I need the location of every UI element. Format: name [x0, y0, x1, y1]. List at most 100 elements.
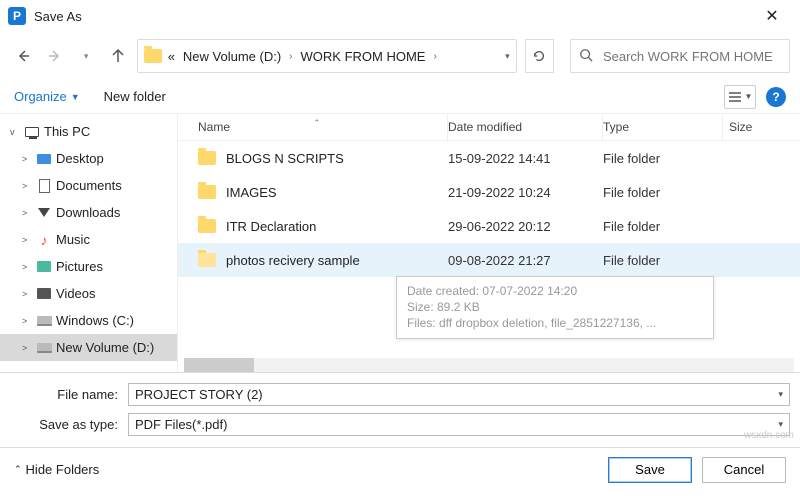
main-area: v This PC > Desktop > Documents > Downlo…: [0, 114, 800, 372]
file-type: File folder: [603, 253, 723, 268]
saveastype-select[interactable]: PDF Files(*.pdf) ▾: [128, 413, 790, 436]
sidebar-item-new-volume-d[interactable]: > New Volume (D:): [0, 334, 177, 361]
file-type: File folder: [603, 151, 723, 166]
file-name: photos recivery sample: [226, 253, 448, 268]
expand-icon[interactable]: >: [22, 181, 32, 191]
file-row[interactable]: ITR Declaration 29-06-2022 20:12 File fo…: [178, 209, 800, 243]
hide-folders-toggle[interactable]: ⌃ Hide Folders: [14, 462, 99, 477]
list-icon: [728, 91, 742, 103]
sidebar-item-documents[interactable]: > Documents: [0, 172, 177, 199]
filename-value: PROJECT STORY (2): [135, 387, 263, 402]
sidebar: v This PC > Desktop > Documents > Downlo…: [0, 114, 178, 372]
file-date: 09-08-2022 21:27: [448, 253, 603, 268]
desktop-icon: [37, 154, 51, 164]
file-type: File folder: [603, 185, 723, 200]
sidebar-item-label: Music: [56, 232, 90, 247]
folder-icon: [198, 151, 216, 165]
help-button[interactable]: ?: [766, 87, 786, 107]
sidebar-item-windows-c[interactable]: > Windows (C:): [0, 307, 177, 334]
sidebar-item-this-pc[interactable]: v This PC: [0, 118, 177, 145]
chevron-right-icon: ›: [287, 51, 294, 62]
breadcrumb-volume[interactable]: New Volume (D:): [181, 49, 283, 64]
organize-menu[interactable]: Organize ▼: [14, 89, 80, 104]
chevron-down-icon[interactable]: ▾: [505, 51, 510, 62]
column-header-name[interactable]: Name ⌃: [178, 114, 448, 140]
expand-icon[interactable]: >: [22, 343, 32, 353]
saveastype-label: Save as type:: [10, 417, 128, 432]
sidebar-item-music[interactable]: > ♪ Music: [0, 226, 177, 253]
nav-row: ▾ « New Volume (D:) › WORK FROM HOME › ▾: [0, 32, 800, 80]
tooltip-line: Date created: 07-07-2022 14:20: [407, 283, 703, 299]
scrollbar-thumb[interactable]: [184, 358, 254, 372]
view-mode-button[interactable]: ▼: [724, 85, 756, 109]
chevron-down-icon[interactable]: ▾: [778, 389, 783, 400]
save-button[interactable]: Save: [608, 457, 692, 483]
file-name: BLOGS N SCRIPTS: [226, 151, 448, 166]
hide-folders-label: Hide Folders: [26, 462, 100, 477]
file-name: ITR Declaration: [226, 219, 448, 234]
file-row[interactable]: IMAGES 21-09-2022 10:24 File folder: [178, 175, 800, 209]
filename-input[interactable]: PROJECT STORY (2) ▾: [128, 383, 790, 406]
expand-icon[interactable]: >: [22, 235, 32, 245]
sidebar-item-pictures[interactable]: > Pictures: [0, 253, 177, 280]
sidebar-item-label: This PC: [44, 124, 90, 139]
recent-dropdown[interactable]: ▾: [73, 40, 99, 72]
horizontal-scrollbar[interactable]: [184, 358, 794, 372]
cancel-button[interactable]: Cancel: [702, 457, 786, 483]
window-title: Save As: [34, 9, 82, 24]
sidebar-item-downloads[interactable]: > Downloads: [0, 199, 177, 226]
download-icon: [38, 208, 50, 217]
document-icon: [39, 179, 50, 193]
organize-label: Organize: [14, 89, 67, 104]
expand-icon[interactable]: >: [22, 208, 32, 218]
collapse-icon[interactable]: v: [10, 127, 20, 137]
expand-icon[interactable]: >: [22, 316, 32, 326]
column-header-date[interactable]: Date modified: [448, 114, 603, 140]
file-row[interactable]: BLOGS N SCRIPTS 15-09-2022 14:41 File fo…: [178, 141, 800, 175]
sidebar-item-label: Windows (C:): [56, 313, 134, 328]
column-header-size[interactable]: Size: [723, 114, 800, 140]
sidebar-item-videos[interactable]: > Videos: [0, 280, 177, 307]
chevron-down-icon: ▼: [71, 92, 80, 102]
sidebar-item-label: Pictures: [56, 259, 103, 274]
sidebar-item-desktop[interactable]: > Desktop: [0, 145, 177, 172]
back-button[interactable]: [10, 40, 36, 72]
folder-icon: [198, 219, 216, 233]
chevron-right-icon: ›: [431, 51, 438, 62]
breadcrumb-prefix: «: [166, 49, 177, 64]
search-box[interactable]: [570, 39, 790, 73]
tooltip-line: Files: dff dropbox deletion, file_285122…: [407, 315, 703, 331]
expand-icon[interactable]: >: [22, 154, 32, 164]
toolbar: Organize ▼ New folder ▼ ?: [0, 80, 800, 114]
file-tooltip: Date created: 07-07-2022 14:20 Size: 89.…: [396, 276, 714, 339]
file-row-selected[interactable]: photos recivery sample 09-08-2022 21:27 …: [178, 243, 800, 277]
drive-icon: [37, 316, 52, 326]
video-icon: [37, 288, 51, 299]
watermark: wsxdn.com: [744, 430, 794, 441]
close-button[interactable]: ✕: [752, 6, 792, 26]
breadcrumb-folder[interactable]: WORK FROM HOME: [299, 49, 428, 64]
file-date: 21-09-2022 10:24: [448, 185, 603, 200]
up-button[interactable]: [105, 40, 131, 72]
file-list: Name ⌃ Date modified Type Size BLOGS N S…: [178, 114, 800, 372]
file-type: File folder: [603, 219, 723, 234]
chevron-down-icon[interactable]: ▾: [778, 419, 783, 430]
music-icon: ♪: [36, 232, 52, 248]
search-input[interactable]: [601, 48, 781, 65]
refresh-button[interactable]: [525, 39, 554, 73]
column-header-type[interactable]: Type: [603, 114, 723, 140]
expand-icon[interactable]: >: [22, 289, 32, 299]
chevron-up-icon: ⌃: [14, 464, 22, 475]
title-bar: P Save As ✕: [0, 0, 800, 32]
app-icon: P: [8, 7, 26, 25]
sidebar-item-label: New Volume (D:): [56, 340, 154, 355]
sort-asc-icon: ⌃: [313, 118, 321, 129]
footer: ⌃ Hide Folders Save Cancel: [0, 447, 800, 491]
expand-icon[interactable]: >: [22, 262, 32, 272]
file-date: 15-09-2022 14:41: [448, 151, 603, 166]
forward-button[interactable]: [42, 40, 68, 72]
pc-icon: [25, 127, 39, 137]
new-folder-button[interactable]: New folder: [104, 89, 166, 104]
sidebar-item-label: Videos: [56, 286, 96, 301]
address-bar[interactable]: « New Volume (D:) › WORK FROM HOME › ▾: [137, 39, 517, 73]
